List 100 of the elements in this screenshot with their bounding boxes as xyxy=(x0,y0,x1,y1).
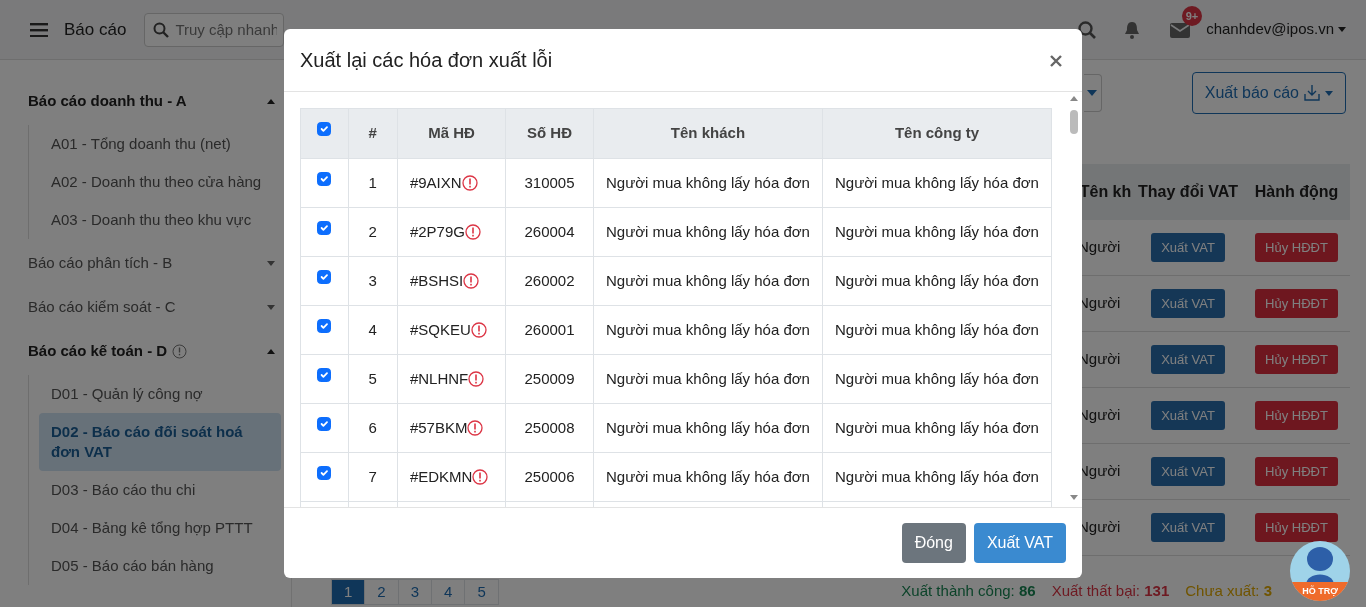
sidebar-item[interactable]: D02 - Báo cáo đối soát hoá đơn VAT xyxy=(39,413,281,471)
table-cell: 5 xyxy=(348,354,398,404)
table-cell: Người mua không lấy hóa đơn xyxy=(593,403,823,453)
table-cell: 250009 xyxy=(505,354,594,404)
page-link[interactable]: 2 xyxy=(364,579,399,605)
sidebar-item[interactable]: A01 - Tổng doanh thu (net) xyxy=(39,125,281,163)
sidebar-item[interactable]: D04 - Bảng kê tổng hợp PTTT xyxy=(39,509,281,547)
sidebar-item[interactable]: A03 - Doanh thu theo khu vực xyxy=(39,201,281,239)
export-vat-button[interactable]: Xuất VAT xyxy=(973,523,1066,563)
menu-icon[interactable] xyxy=(30,22,48,37)
cancel-invoice-button[interactable]: Hủy HĐĐT xyxy=(1255,400,1338,431)
column-header: Tên công ty xyxy=(822,108,1052,159)
user-menu[interactable]: chanhdev@ipos.vn xyxy=(1206,18,1346,41)
table-cell: 2 xyxy=(348,207,398,257)
search-icon[interactable] xyxy=(1078,20,1097,39)
menu-label: Báo cáo xyxy=(64,18,127,41)
close-button[interactable]: Đóng xyxy=(901,523,966,563)
table-cell: Người mua không lấy hóa đơn xyxy=(593,207,823,257)
cancel-invoice-button[interactable]: Hủy HĐĐT xyxy=(1255,232,1338,263)
table-cell: 3 xyxy=(348,256,398,306)
user-email: chanhdev@ipos.vn xyxy=(1206,19,1334,40)
modal-title: Xuất lại các hóa đơn xuất lỗi xyxy=(300,48,553,72)
cancel-invoice-button[interactable]: Hủy HĐĐT xyxy=(1255,456,1338,487)
scrollbar[interactable] xyxy=(1068,94,1080,502)
support-button[interactable]: HỖ TRỢ xyxy=(1290,541,1350,601)
checkbox[interactable] xyxy=(317,318,332,333)
column-header: Thay đổi VAT xyxy=(1137,182,1239,202)
cancel-invoice-button[interactable]: Hủy HĐĐT xyxy=(1255,512,1338,543)
table-cell-text: #2P79G xyxy=(409,221,465,242)
table-cell: Người mua không lấy hóa đơn xyxy=(593,305,823,355)
caret-icon xyxy=(267,304,275,310)
search-icon xyxy=(153,21,170,38)
table-cell: Người mua không lấy hóa đơn xyxy=(593,256,823,306)
table-cell-text: #9AIXN xyxy=(409,172,462,193)
summary-text: Xuất thất bại: 131 xyxy=(1051,580,1170,601)
table-cell-text: #BSHSI xyxy=(409,270,464,291)
column-header: Mã HĐ xyxy=(397,108,506,159)
sidebar-group[interactable]: Báo cáo doanh thu - A xyxy=(28,81,281,121)
bell-icon[interactable] xyxy=(1124,20,1141,39)
caret-icon xyxy=(267,260,275,266)
table-cell-text: #EDKMN xyxy=(409,466,473,487)
sidebar-item[interactable]: D05 - Báo cáo bán hàng xyxy=(39,547,281,585)
table-cell: Người mua không lấy hóa đơn xyxy=(822,158,1052,208)
table-cell: 4 xyxy=(348,305,398,355)
export-vat-button[interactable]: Xuất VAT xyxy=(1151,512,1225,543)
table-cell: Người mua không lấy hóa đơn xyxy=(822,452,1052,502)
table-cell: Người mua không lấy hóa đơn xyxy=(822,256,1052,306)
checkbox[interactable] xyxy=(317,465,332,480)
sidebar-group[interactable]: Báo cáo kiểm soát - C xyxy=(28,287,281,327)
sidebar-item[interactable]: D03 - Báo cáo thu chi xyxy=(39,471,281,509)
sidebar-item[interactable]: A02 - Doanh thu theo cửa hàng xyxy=(39,163,281,201)
table-cell: 310005 xyxy=(505,158,594,208)
cancel-invoice-button[interactable]: Hủy HĐĐT xyxy=(1255,288,1338,319)
export-vat-button[interactable]: Xuất VAT xyxy=(1151,232,1225,263)
table-cell: Người mua không lấy hóa đơn xyxy=(593,354,823,404)
page-link[interactable]: 4 xyxy=(431,579,466,605)
caret-icon xyxy=(1325,90,1333,96)
mail-icon[interactable] xyxy=(1170,22,1191,38)
sidebar-group[interactable]: Báo cáo phân tích - B xyxy=(28,243,281,283)
export-button[interactable]: Xuất báo cáo xyxy=(1191,72,1346,114)
group-label: Báo cáo phân tích - B xyxy=(28,252,173,273)
table-cell-text: #57BKM xyxy=(409,417,468,438)
dropdown-button[interactable] xyxy=(1083,74,1102,112)
export-vat-button[interactable]: Xuất VAT xyxy=(1151,344,1225,375)
table-cell: 250006 xyxy=(505,452,594,502)
table-cell: Người mua không lấy hóa đơn xyxy=(822,305,1052,355)
export-vat-button[interactable]: Xuất VAT xyxy=(1151,400,1225,431)
notification-badge: 9+ xyxy=(1181,5,1203,26)
checkbox[interactable] xyxy=(317,367,332,382)
caret-icon xyxy=(1087,90,1098,96)
checkbox[interactable] xyxy=(317,171,332,186)
table-cell-text: #NLHNF xyxy=(409,368,469,389)
group-label: Báo cáo doanh thu - A xyxy=(28,90,187,111)
group-label: Báo cáo kế toán - D xyxy=(28,340,168,361)
close-icon xyxy=(1050,54,1062,67)
export-vat-button[interactable]: Xuất VAT xyxy=(1151,288,1225,319)
search-field[interactable]: Truy cập nhanh xyxy=(144,12,285,47)
table-cell: 260001 xyxy=(505,305,594,355)
checkbox[interactable] xyxy=(317,122,332,137)
page-link[interactable]: 5 xyxy=(464,579,499,605)
checkbox[interactable] xyxy=(317,416,332,431)
caret-icon xyxy=(267,348,275,354)
column-header: Tên kh xyxy=(1078,182,1133,202)
column-header: Tên khách xyxy=(593,108,823,159)
column-header: # xyxy=(348,108,398,159)
export-vat-button[interactable]: Xuất VAT xyxy=(1151,456,1225,487)
checkbox[interactable] xyxy=(317,269,332,284)
table-cell: 1 xyxy=(348,158,398,208)
sidebar-group[interactable]: Báo cáo kế toán - D xyxy=(28,331,281,371)
checkbox[interactable] xyxy=(317,220,332,235)
cancel-invoice-button[interactable]: Hủy HĐĐT xyxy=(1255,344,1338,375)
sidebar-item[interactable]: D01 - Quản lý công nợ xyxy=(39,375,281,413)
group-label: Báo cáo kiểm soát - C xyxy=(28,296,176,317)
summary-text: Xuất thành công: 86 xyxy=(901,580,1036,601)
summary-text: Chưa xuất: 3 xyxy=(1185,580,1272,601)
column-header: Hành động xyxy=(1253,182,1340,202)
page-link[interactable]: 1 xyxy=(331,579,366,605)
table-cell-text: #SQKEU xyxy=(409,319,471,340)
table-cell: 6 xyxy=(348,403,398,453)
caret-icon xyxy=(1338,27,1346,32)
